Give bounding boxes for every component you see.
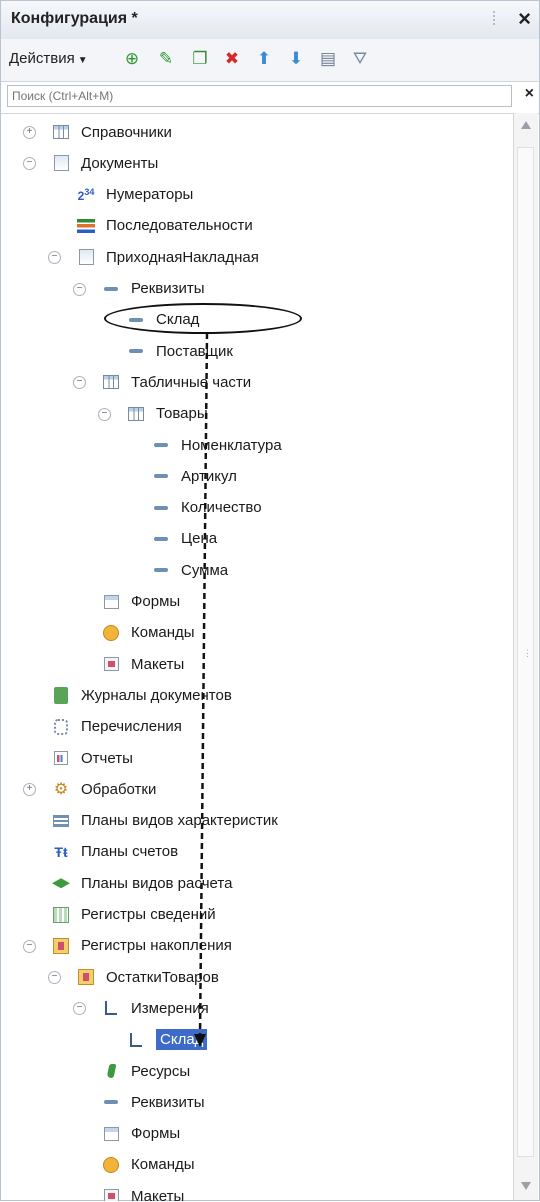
configuration-panel: Конфигурация * × Действия▼ ⊕✎❐✖⬆⬇▤⛛ × +С… (0, 0, 540, 1201)
reference-arrow (194, 332, 209, 1047)
